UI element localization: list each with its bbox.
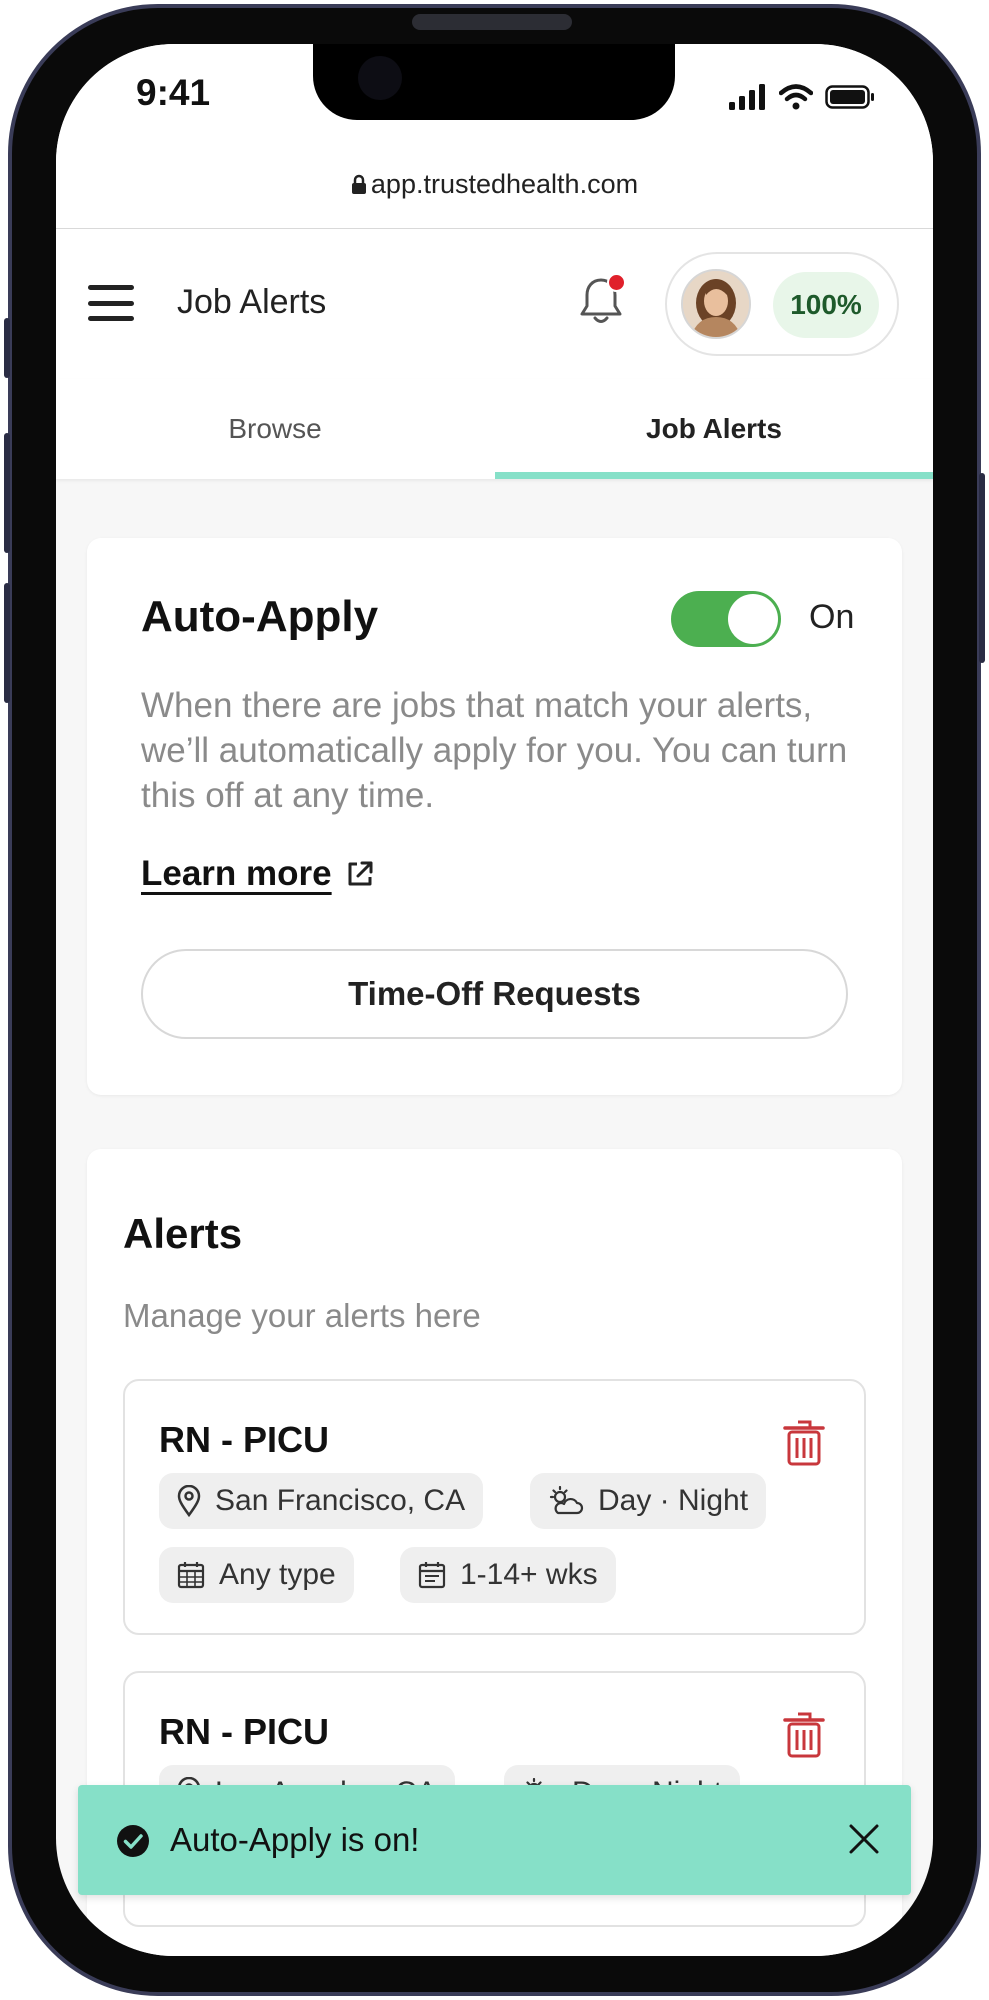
time-off-requests-button[interactable]: Time-Off Requests — [141, 949, 848, 1039]
screen: 9:41 app.trustedhealth.com Job Alerts 10… — [56, 44, 933, 1956]
shift-chip: Day · Night — [530, 1473, 767, 1529]
location-pin-icon — [177, 1485, 201, 1517]
url-text: app.trustedhealth.com — [370, 168, 639, 199]
auto-apply-description: When there are jobs that match your aler… — [141, 686, 848, 815]
job-type-chip: Any type — [159, 1547, 354, 1603]
signal-icon — [729, 84, 765, 110]
battery-icon — [825, 85, 874, 109]
job-type-label: Any type — [219, 1558, 336, 1591]
tab-browse[interactable]: Browse — [56, 379, 494, 479]
external-link-icon — [348, 861, 373, 886]
notification-dot — [607, 273, 626, 292]
volume-down-button — [4, 583, 10, 703]
alert-title: RN - PICU — [159, 1419, 329, 1460]
status-icons — [729, 82, 875, 112]
earpiece-speaker — [412, 14, 572, 30]
weather-cloud-icon — [549, 1486, 584, 1515]
toggle-state-label: On — [809, 598, 855, 636]
auto-apply-toggle[interactable] — [671, 591, 781, 647]
wifi-icon — [779, 84, 813, 110]
alerts-subtitle: Manage your alerts here — [123, 1297, 481, 1334]
notification-bell-icon[interactable] — [578, 273, 626, 327]
app-header: Job Alerts 100% — [56, 229, 933, 379]
trash-icon — [783, 1712, 825, 1758]
shift-label: Day · Night — [598, 1484, 749, 1517]
toast-notification: Auto-Apply is on! — [78, 1785, 911, 1895]
status-time: 9:41 — [136, 72, 211, 113]
alerts-title: Alerts — [123, 1210, 243, 1257]
avatar — [681, 269, 751, 339]
alert-item[interactable]: RN - PICU San Francisco, CA Day · Night — [123, 1379, 866, 1635]
calendar-grid-icon — [177, 1562, 205, 1589]
trash-icon — [783, 1420, 825, 1466]
duration-label: 1-14+ wks — [460, 1558, 598, 1591]
toggle-knob — [728, 594, 778, 644]
lock-icon — [351, 174, 366, 194]
auto-apply-card: Auto-Apply On When there are jobs that m… — [87, 538, 902, 1095]
tab-job-alerts[interactable]: Job Alerts — [495, 379, 933, 479]
delete-alert-button[interactable] — [783, 1418, 825, 1466]
mute-switch — [4, 318, 10, 378]
tab-browse-label: Browse — [228, 413, 322, 444]
page-title: Job Alerts — [177, 283, 327, 321]
location-label: San Francisco, CA — [215, 1484, 466, 1517]
menu-icon[interactable] — [88, 285, 134, 321]
profile-completion-badge: 100% — [773, 272, 879, 338]
notch — [313, 44, 675, 120]
address-bar[interactable]: app.trustedhealth.com — [56, 140, 933, 229]
alert-title: RN - PICU — [159, 1711, 329, 1752]
duration-chip: 1-14+ wks — [400, 1547, 616, 1603]
volume-up-button — [4, 433, 10, 553]
tab-bar: Browse Job Alerts — [56, 379, 933, 479]
learn-more-link[interactable]: Learn more — [141, 854, 376, 894]
power-button — [979, 473, 985, 663]
calendar-icon — [418, 1562, 446, 1589]
close-icon[interactable] — [846, 1821, 882, 1857]
check-circle-icon — [117, 1825, 149, 1857]
toast-message: Auto-Apply is on! — [170, 1821, 420, 1858]
delete-alert-button[interactable] — [783, 1710, 825, 1758]
active-tab-indicator — [495, 472, 933, 479]
location-chip: San Francisco, CA — [159, 1473, 484, 1529]
profile-button[interactable]: 100% — [665, 252, 899, 356]
front-camera — [358, 56, 402, 100]
tab-job-alerts-label: Job Alerts — [646, 413, 782, 444]
auto-apply-title: Auto-Apply — [141, 592, 379, 641]
learn-more-label: Learn more — [141, 854, 332, 893]
